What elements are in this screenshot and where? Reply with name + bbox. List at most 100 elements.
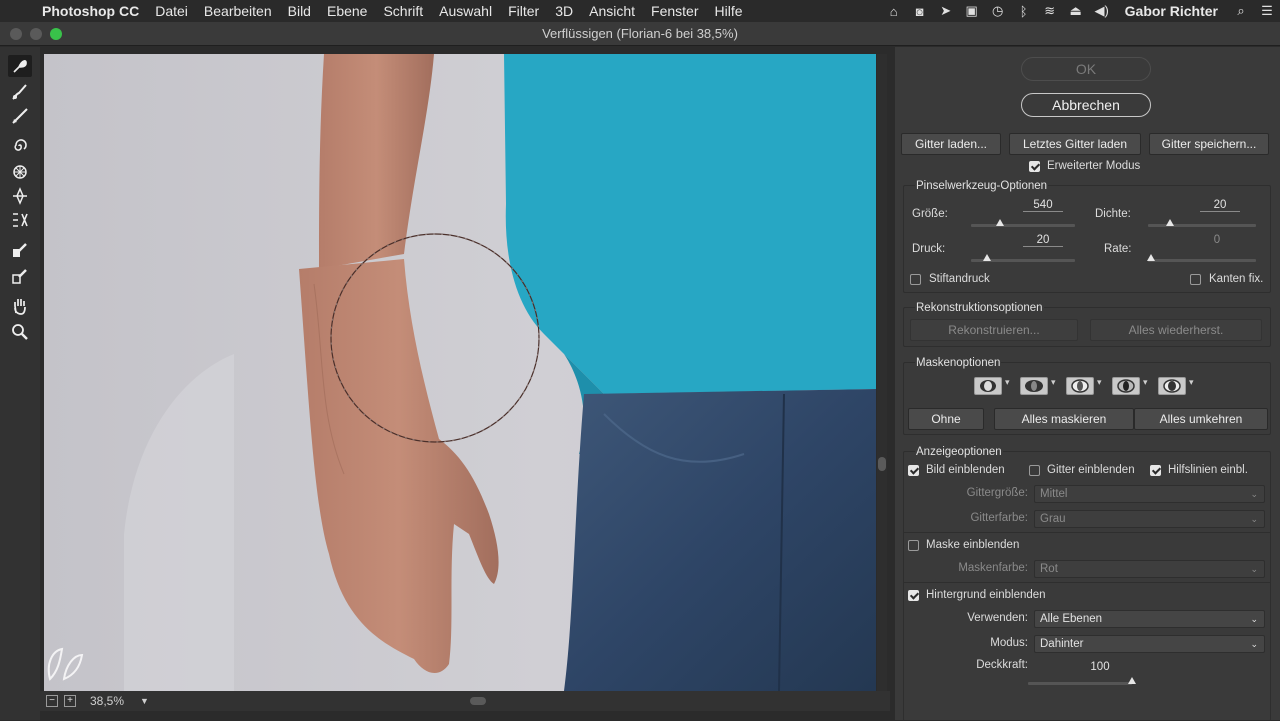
bluetooth-icon[interactable]: ᛒ [1011, 4, 1037, 19]
menu-auswahl[interactable]: Auswahl [431, 3, 500, 19]
status-bar: − + 38,5% ▼ [40, 691, 890, 711]
scrollbar-thumb[interactable] [470, 697, 486, 705]
menu-ansicht[interactable]: Ansicht [581, 3, 643, 19]
opacity-field[interactable]: 100 [1080, 661, 1120, 673]
menu-app-name[interactable]: Photoshop CC [36, 3, 147, 19]
push-left-tool-icon[interactable] [8, 209, 32, 231]
mask-color-select[interactable]: Rot ⌄ [1034, 560, 1265, 578]
menu-3d[interactable]: 3D [547, 3, 581, 19]
home-icon[interactable]: ⌂ [881, 4, 907, 19]
show-mask-checkbox[interactable] [908, 540, 919, 551]
density-slider[interactable] [1148, 224, 1256, 227]
thaw-mask-tool-icon[interactable] [8, 265, 32, 287]
mode-label: Modus: [990, 637, 1028, 649]
rate-slider-thumb[interactable] [1147, 254, 1155, 261]
size-field[interactable]: 540 [1023, 199, 1063, 212]
show-backdrop-checkbox[interactable] [908, 590, 919, 601]
menu-bearbeiten[interactable]: Bearbeiten [196, 3, 280, 19]
camera-icon[interactable]: ◙ [907, 4, 933, 19]
zoom-in-button[interactable]: + [64, 695, 76, 707]
size-slider-thumb[interactable] [996, 219, 1004, 226]
stylus-pressure-checkbox[interactable] [910, 274, 921, 285]
reconstruct-button[interactable]: Rekonstruieren... [910, 319, 1078, 341]
image-preview-canvas[interactable] [44, 54, 876, 691]
canvas-horizontal-scrollbar[interactable] [280, 695, 880, 707]
invert-all-button[interactable]: Alles umkehren [1134, 408, 1268, 430]
smooth-tool-icon[interactable] [8, 105, 32, 127]
replace-selection-dropdown-icon[interactable]: ▾ [1005, 377, 1010, 388]
reconstruct-options-group: Rekonstruktionsoptionen Rekonstruieren..… [903, 302, 1271, 347]
zoom-out-button[interactable]: − [46, 695, 58, 707]
wifi-icon[interactable]: ≋ [1037, 3, 1063, 19]
battery-display-icon[interactable]: ▣ [959, 3, 985, 19]
notification-list-icon[interactable]: ☰ [1254, 3, 1280, 19]
pressure-field[interactable]: 20 [1023, 234, 1063, 247]
mesh-color-select[interactable]: Grau ⌄ [1034, 510, 1265, 528]
pin-edges-checkbox[interactable] [1190, 274, 1201, 285]
menu-hilfe[interactable]: Hilfe [707, 3, 751, 19]
invert-mask-dropdown-icon[interactable]: ▾ [1189, 377, 1194, 388]
advanced-mode-checkbox[interactable] [1029, 161, 1040, 172]
pucker-tool-icon[interactable] [8, 161, 32, 183]
opacity-slider-thumb[interactable] [1128, 677, 1136, 684]
load-mesh-button[interactable]: Gitter laden... [901, 133, 1001, 155]
forward-warp-tool-icon[interactable] [8, 55, 32, 77]
show-guides-label: Hilfslinien einbl. [1168, 464, 1248, 476]
mesh-size-select[interactable]: Mittel ⌄ [1034, 485, 1265, 503]
intersect-with-mask-dropdown-icon[interactable]: ▾ [1143, 377, 1148, 388]
user-name[interactable]: Gabor Richter [1115, 3, 1228, 19]
rate-slider[interactable] [1148, 259, 1256, 262]
size-slider[interactable] [971, 224, 1075, 227]
volume-icon[interactable]: ◀) [1089, 3, 1115, 19]
cancel-button[interactable]: Abbrechen [1021, 93, 1151, 117]
density-slider-thumb[interactable] [1166, 219, 1174, 226]
menu-filter[interactable]: Filter [500, 3, 547, 19]
zoom-dropdown-icon[interactable]: ▼ [140, 696, 149, 706]
freeze-mask-tool-icon[interactable] [8, 239, 32, 261]
intersect-with-mask-icon[interactable] [1112, 377, 1140, 395]
subtract-from-mask-icon[interactable] [1066, 377, 1094, 395]
show-guides-checkbox[interactable] [1150, 465, 1161, 476]
reconstruct-tool-icon[interactable] [8, 81, 32, 103]
replace-selection-icon[interactable] [974, 377, 1002, 395]
menu-datei[interactable]: Datei [147, 3, 196, 19]
invert-mask-icon[interactable] [1158, 377, 1186, 395]
density-field[interactable]: 20 [1200, 199, 1240, 212]
show-mesh-checkbox[interactable] [1029, 465, 1040, 476]
save-mesh-button[interactable]: Gitter speichern... [1149, 133, 1269, 155]
mask-all-button[interactable]: Alles maskieren [994, 408, 1134, 430]
eject-icon[interactable]: ⏏ [1063, 3, 1089, 19]
menu-ebene[interactable]: Ebene [319, 3, 375, 19]
opacity-slider[interactable] [1028, 682, 1132, 685]
show-image-checkbox[interactable] [908, 465, 919, 476]
menu-bild[interactable]: Bild [280, 3, 319, 19]
zoom-level[interactable]: 38,5% [90, 694, 130, 708]
send-icon[interactable]: ➤ [933, 3, 959, 19]
spotlight-search-icon[interactable]: ⌕ [1228, 3, 1254, 19]
menu-fenster[interactable]: Fenster [643, 3, 706, 19]
rate-field[interactable]: 0 [1197, 234, 1237, 246]
load-last-mesh-button[interactable]: Letztes Gitter laden [1009, 133, 1141, 155]
use-layers-select[interactable]: Alle Ebenen ⌄ [1034, 610, 1265, 628]
canvas-vertical-scrollbar[interactable] [877, 54, 887, 691]
mesh-size-value: Mittel [1040, 488, 1068, 500]
add-to-mask-dropdown-icon[interactable]: ▾ [1051, 377, 1056, 388]
zoom-tool-icon[interactable] [8, 321, 32, 343]
subtract-from-mask-dropdown-icon[interactable]: ▾ [1097, 377, 1102, 388]
pressure-slider-thumb[interactable] [983, 254, 991, 261]
mask-none-button[interactable]: Ohne [908, 408, 984, 430]
ok-button[interactable]: OK [1021, 57, 1151, 81]
twirl-tool-icon[interactable] [8, 135, 32, 157]
add-to-mask-icon[interactable] [1020, 377, 1048, 395]
mode-select[interactable]: Dahinter ⌄ [1034, 635, 1265, 653]
menu-bar: Photoshop CC Datei Bearbeiten Bild Ebene… [0, 0, 1280, 22]
scrollbar-thumb[interactable] [878, 457, 886, 471]
menu-schrift[interactable]: Schrift [375, 3, 431, 19]
time-machine-icon[interactable]: ◷ [985, 3, 1011, 19]
hand-tool-icon[interactable] [8, 295, 32, 317]
liquify-toolbar [0, 47, 40, 720]
restore-all-button[interactable]: Alles wiederherst. [1090, 319, 1262, 341]
chevron-down-icon: ⌄ [1250, 614, 1258, 624]
mesh-color-label: Gitterfarbe: [970, 512, 1028, 524]
bloat-tool-icon[interactable] [8, 185, 32, 207]
